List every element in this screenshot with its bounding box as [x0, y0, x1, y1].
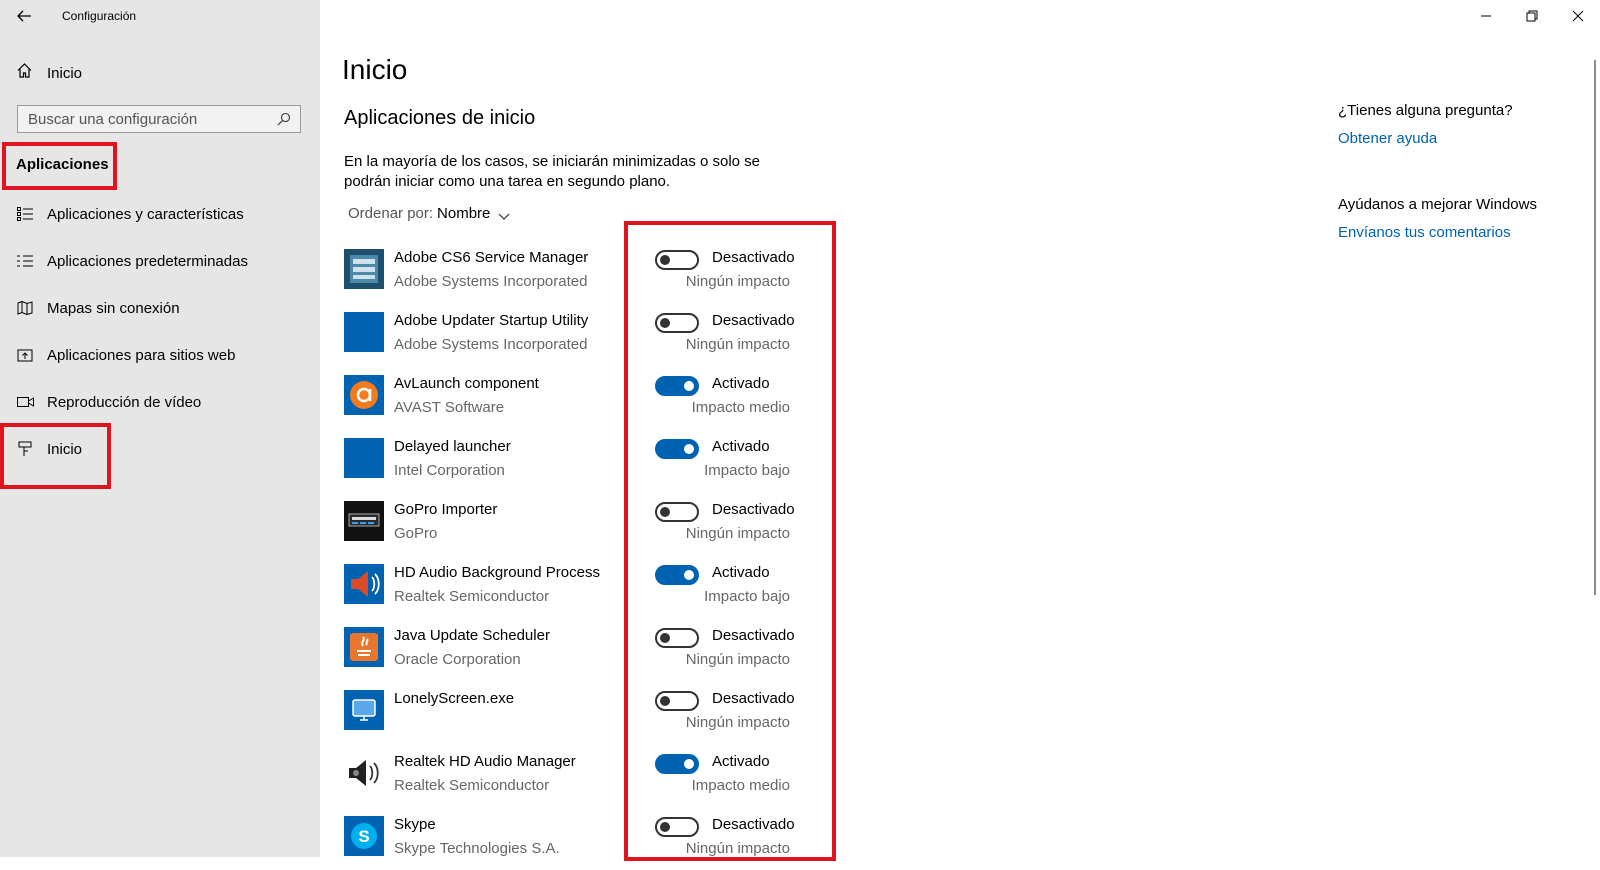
- apps-websites-icon: [16, 346, 34, 364]
- video-playback-icon: [16, 393, 34, 411]
- app-publisher: Adobe Systems Incorporated: [394, 273, 588, 290]
- sidebar-item-offline-maps[interactable]: Mapas sin conexión: [16, 295, 180, 321]
- app-publisher: Realtek Semiconductor: [394, 588, 550, 605]
- restore-icon[interactable]: [1509, 0, 1555, 32]
- improve-heading: Ayúdanos a mejorar Windows: [1338, 196, 1537, 213]
- app-name: Delayed launcher: [394, 438, 511, 455]
- lonelyscreen-icon: [344, 690, 384, 730]
- svg-text:S: S: [358, 827, 369, 846]
- search-box[interactable]: [17, 105, 301, 133]
- sidebar: Configuración Inicio Aplicaciones Aplica…: [0, 0, 320, 857]
- feedback-link[interactable]: Envíanos tus comentarios: [1338, 224, 1511, 241]
- sidebar-item-label: Mapas sin conexión: [47, 299, 180, 317]
- apps-features-icon: [16, 205, 34, 223]
- app-title: Configuración: [62, 9, 137, 23]
- realtek-speaker-icon: [344, 753, 384, 793]
- offline-maps-icon: [16, 299, 34, 317]
- sidebar-item-label: Aplicaciones predeterminadas: [47, 252, 248, 270]
- section-description: En la mayoría de los casos, se iniciarán…: [344, 153, 761, 190]
- adobe-updater-icon: [344, 312, 384, 352]
- sidebar-home-label: Inicio: [47, 64, 83, 82]
- get-help-link[interactable]: Obtener ayuda: [1338, 130, 1437, 147]
- adobe-cs6-icon: [344, 249, 384, 289]
- back-arrow-icon[interactable]: [14, 6, 34, 26]
- app-publisher: Adobe Systems Incorporated: [394, 336, 588, 353]
- intel-launcher-icon: [344, 438, 384, 478]
- app-name: GoPro Importer: [394, 501, 498, 518]
- search-icon[interactable]: [274, 109, 294, 129]
- app-publisher: Skype Technologies S.A.: [394, 840, 560, 857]
- section-heading: Aplicaciones de inicio: [344, 107, 536, 129]
- app-name: Skype: [394, 816, 436, 833]
- sort-prefix: Ordenar por:: [348, 205, 434, 222]
- search-input[interactable]: [18, 109, 274, 129]
- highlight-box-toggles: [624, 221, 836, 861]
- page-title: Inicio: [342, 54, 408, 85]
- app-name: Realtek HD Audio Manager: [394, 753, 576, 770]
- sort-control[interactable]: Ordenar por: Nombre: [348, 205, 510, 222]
- sidebar-item-default-apps[interactable]: Aplicaciones predeterminadas: [16, 248, 248, 274]
- app-name: Adobe CS6 Service Manager: [394, 249, 589, 266]
- sort-value[interactable]: Nombre: [437, 205, 490, 222]
- app-publisher: AVAST Software: [394, 399, 505, 416]
- sidebar-item-label: Aplicaciones para sitios web: [47, 346, 236, 364]
- chevron-down-icon[interactable]: [498, 208, 510, 220]
- sidebar-item-label: Aplicaciones y características: [47, 205, 244, 223]
- app-publisher: Realtek Semiconductor: [394, 777, 550, 794]
- sidebar-item-video-playback[interactable]: Reproducción de vídeo: [16, 389, 201, 415]
- app-name: Adobe Updater Startup Utility: [394, 312, 589, 329]
- app-name: AvLaunch component: [394, 375, 539, 392]
- home-icon: [16, 62, 33, 84]
- gopro-icon: [344, 501, 384, 541]
- app-name: Java Update Scheduler: [394, 627, 550, 644]
- app-name: HD Audio Background Process: [394, 564, 600, 581]
- app-name: LonelyScreen.exe: [394, 690, 515, 707]
- close-icon[interactable]: [1555, 0, 1600, 32]
- minimize-icon[interactable]: [1463, 0, 1509, 32]
- sidebar-item-apps-features[interactable]: Aplicaciones y características: [16, 201, 244, 227]
- avast-icon: [344, 375, 384, 415]
- highlight-box-aplicaciones: [2, 142, 117, 190]
- help-question: ¿Tienes alguna pregunta?: [1338, 102, 1513, 119]
- sidebar-home[interactable]: Inicio: [16, 61, 82, 85]
- speaker-icon: [344, 564, 384, 604]
- scrollbar[interactable]: [1594, 60, 1596, 595]
- app-publisher: Oracle Corporation: [394, 651, 521, 668]
- app-publisher: GoPro: [394, 525, 438, 542]
- java-icon: [344, 627, 384, 667]
- default-apps-icon: [16, 252, 34, 270]
- skype-icon: S: [344, 816, 384, 856]
- sidebar-item-apps-websites[interactable]: Aplicaciones para sitios web: [16, 342, 235, 368]
- app-publisher: Intel Corporation: [394, 462, 505, 479]
- highlight-box-inicio: [0, 423, 111, 489]
- sidebar-item-label: Reproducción de vídeo: [47, 393, 202, 411]
